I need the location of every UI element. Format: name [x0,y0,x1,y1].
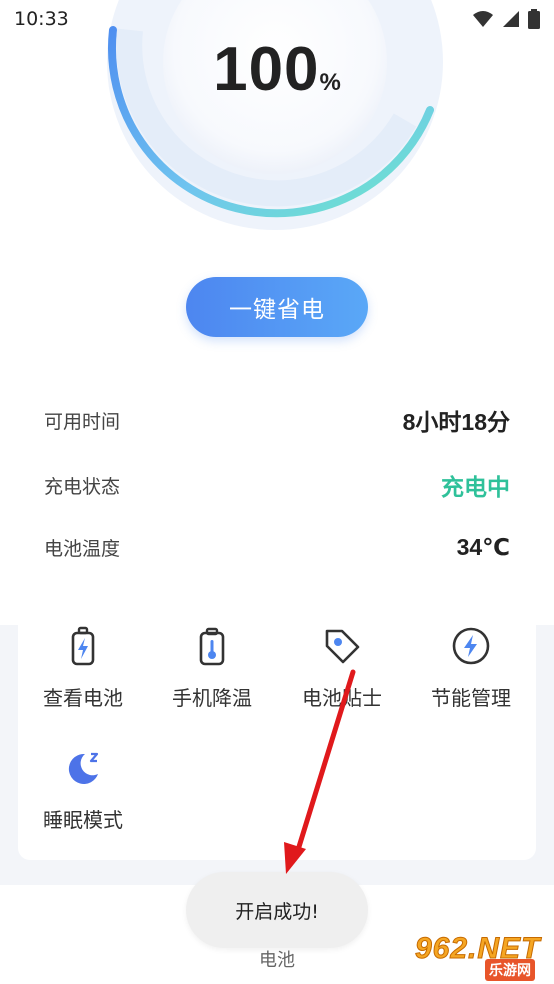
info-value: 8小时18分 [402,409,510,435]
watermark-sub-text: 乐游网 [485,959,535,981]
info-row-available-time: 可用时间 8小时18分 [44,400,510,440]
thermometer-battery-icon [199,627,225,666]
battery-charging-icon [71,626,95,666]
tool-label: 睡眠模式 [43,808,123,832]
status-bar: 10:33 [0,0,554,38]
info-value: 34℃ [456,533,510,560]
lightning-circle-icon [452,627,490,665]
tool-label: 节能管理 [431,686,511,710]
battery-percentage-unit: % [319,69,341,96]
info-row-battery-temperature: 电池温度 34℃ [44,527,510,567]
tool-label: 手机降温 [172,686,252,710]
tool-battery-tips[interactable]: 电池贴士 [277,626,407,711]
info-value: 充电中 [441,474,510,500]
battery-icon [528,9,540,29]
tool-sleep-mode[interactable]: 睡眠模式 [18,748,148,833]
wifi-icon [473,11,493,27]
info-row-charging-status: 充电状态 充电中 [44,465,510,505]
tool-label: 电池贴士 [302,686,382,710]
battery-percentage-number: 100 [213,35,320,104]
watermark-logo: 962.NET 乐游网 [413,932,548,981]
battery-percentage: 100% [0,34,554,105]
info-label: 可用时间 [44,410,121,433]
status-icons [472,9,540,29]
moon-sleep-icon [68,752,99,784]
info-label: 充电状态 [44,475,121,498]
power-save-button[interactable]: 一键省电 [186,277,368,337]
tag-icon [325,629,360,664]
tool-view-battery[interactable]: 查看电池 [18,626,148,711]
tool-phone-cooling[interactable]: 手机降温 [147,626,277,711]
toast-message: 开启成功! [186,872,368,948]
tool-energy-management[interactable]: 节能管理 [406,626,536,711]
tool-label: 查看电池 [43,686,123,710]
info-label: 电池温度 [44,537,121,560]
status-time: 10:33 [14,8,69,30]
signal-icon [503,11,519,27]
tools-card: 查看电池 手机降温 电池贴士 节能管理 睡眠模式 [18,600,536,860]
